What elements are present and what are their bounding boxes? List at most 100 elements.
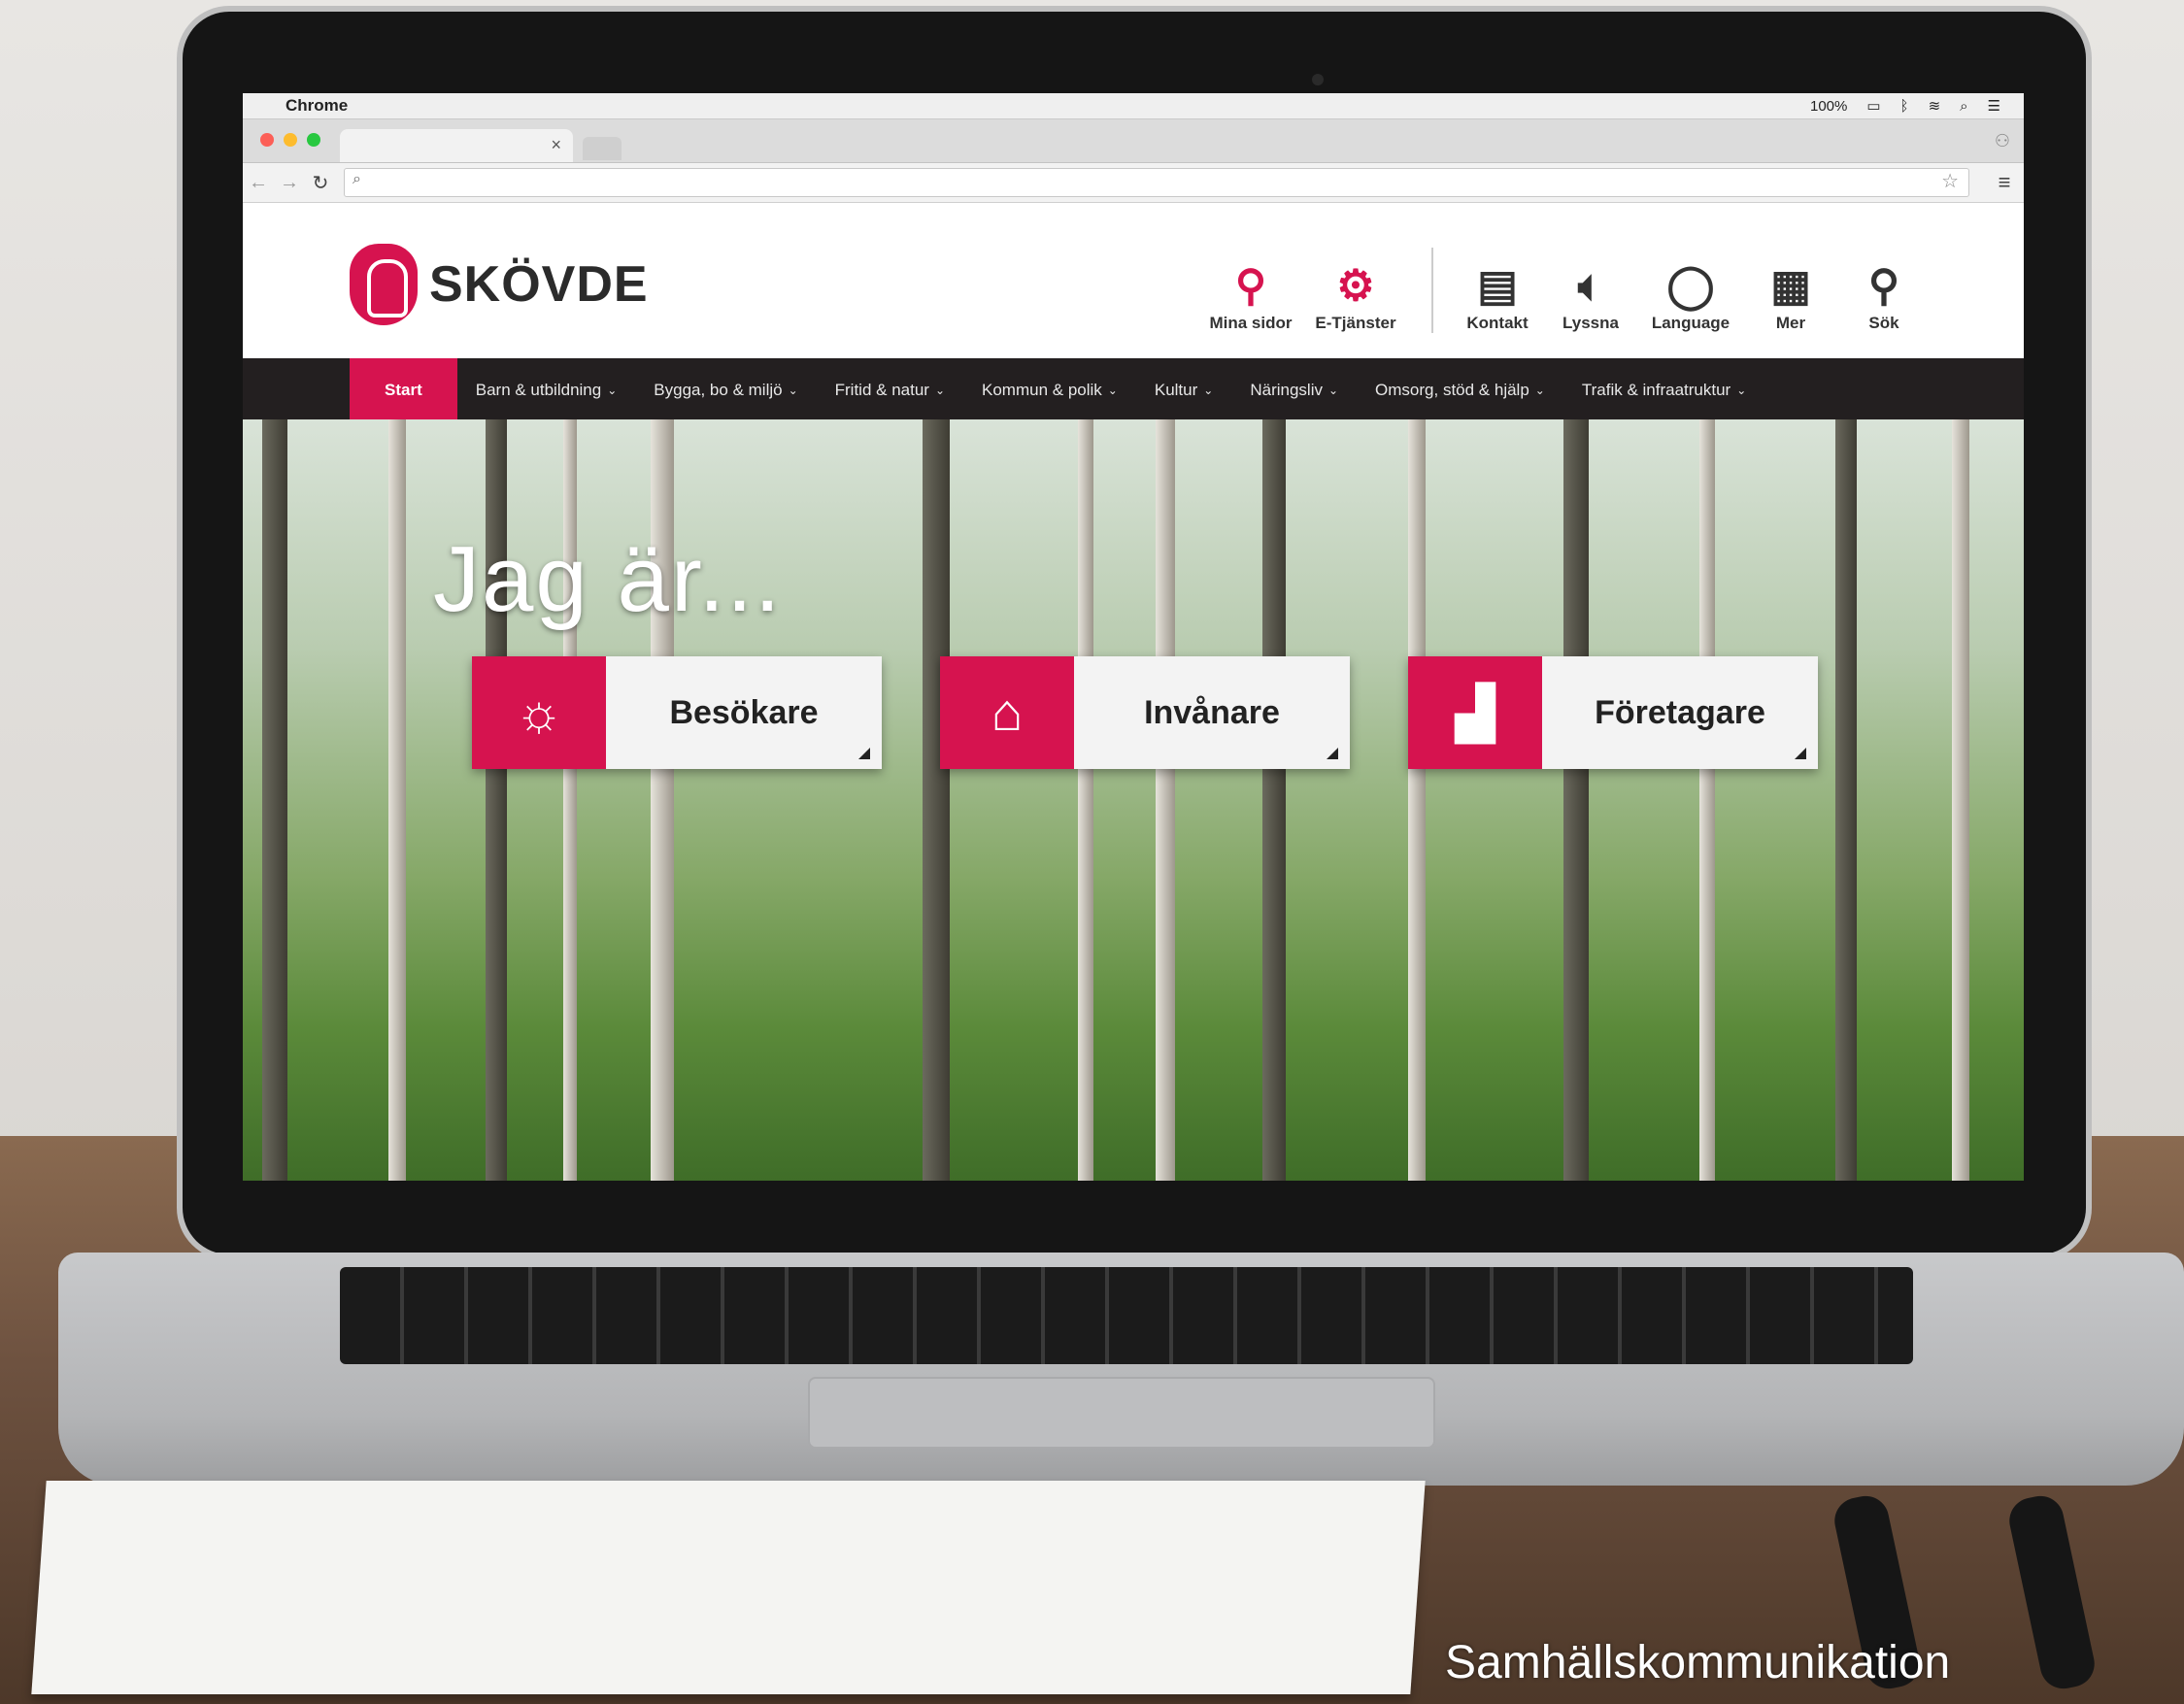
- nav-start[interactable]: Start: [350, 358, 457, 422]
- mac-menubar: Chrome 100% ▭ ᛒ ≋ ⌕ ☰: [243, 93, 2024, 119]
- site-logo[interactable]: SKÖVDE: [350, 244, 649, 325]
- globe-icon: ◯: [1666, 262, 1715, 310]
- battery-percent: 100%: [1809, 97, 1848, 115]
- logo-text: SKÖVDE: [429, 256, 649, 313]
- zoom-window-button[interactable]: [307, 133, 320, 147]
- birch-trunk: [1563, 419, 1589, 1181]
- nav-label: Trafik & infraatruktur: [1581, 381, 1731, 399]
- nav-label: Bygga, bo & miljö: [654, 381, 783, 399]
- header-tools: ⚲ Mina sidor ⚙ E-Tjänster ▤ Kontakt 🔈︎ L…: [1204, 248, 1931, 333]
- birch-trunk: [1952, 419, 1969, 1181]
- birch-trunk: [923, 419, 950, 1181]
- card-label: Besökare: [606, 656, 882, 769]
- chevron-down-icon: ⌄: [934, 384, 946, 397]
- nav-label: Omsorg, stöd & hjälp: [1375, 381, 1529, 399]
- browser-tab-bar: × ⚇: [243, 119, 2024, 163]
- tool-label: Sök: [1868, 314, 1899, 332]
- chevron-down-icon: ⌄: [1534, 384, 1545, 397]
- window-controls: [260, 133, 320, 147]
- app-name[interactable]: Chrome: [286, 96, 348, 116]
- card-besokare[interactable]: ☼ Besökare: [472, 656, 882, 769]
- tool-label: Lyssna: [1562, 314, 1619, 332]
- birch-trunk: [1078, 419, 1093, 1181]
- card-invanare[interactable]: ⌂ Invånare: [940, 656, 1350, 769]
- laptop-screen: Chrome 100% ▭ ᛒ ≋ ⌕ ☰ × ⚇ ← → ↻ ⌕ ☆ ≡ SK…: [243, 93, 2024, 1181]
- keyboard: [340, 1267, 1913, 1364]
- nav-kultur[interactable]: Kultur ⌄: [1136, 358, 1231, 422]
- bluetooth-icon[interactable]: ᛒ: [1900, 98, 1909, 115]
- speaker-icon: 🔈︎: [1577, 262, 1604, 310]
- gear-icon: ⚙: [1336, 262, 1375, 310]
- menubar-status: 100% ▭ ᛒ ≋ ⌕ ☰: [1809, 97, 2000, 116]
- tool-kontakt[interactable]: ▤ Kontakt: [1451, 259, 1544, 333]
- chevron-down-icon: ⌄: [1107, 384, 1118, 397]
- webcam: [1312, 74, 1324, 85]
- nav-bygga-bo-miljo[interactable]: Bygga, bo & miljö ⌄: [635, 358, 816, 422]
- nav-label: Fritid & natur: [834, 381, 929, 399]
- tool-language[interactable]: ◯ Language: [1637, 259, 1744, 333]
- browser-toolbar: ← → ↻ ⌕ ☆ ≡: [243, 163, 2024, 203]
- tool-label: Kontakt: [1466, 314, 1529, 332]
- divider: [1431, 248, 1433, 333]
- back-icon[interactable]: ←: [243, 172, 274, 194]
- battery-icon[interactable]: ▭: [1866, 97, 1880, 115]
- contact-card-icon: ▤: [1477, 262, 1518, 310]
- minimize-window-button[interactable]: [284, 133, 297, 147]
- skovde-shield-icon: [350, 244, 418, 325]
- search-icon: ⚲: [1867, 262, 1900, 310]
- birch-trunk: [1156, 419, 1175, 1181]
- new-tab-button[interactable]: [583, 137, 622, 160]
- tool-lyssna[interactable]: 🔈︎ Lyssna: [1544, 259, 1637, 333]
- nav-label: Start: [385, 381, 422, 399]
- spotlight-search-icon[interactable]: ⌕: [1960, 98, 1967, 115]
- card-label: Företagare: [1542, 656, 1818, 769]
- caption: Samhällskommunikation: [1445, 1637, 1951, 1688]
- chevron-down-icon: ⌄: [788, 384, 798, 397]
- trees-sun-icon: ☼: [472, 656, 606, 769]
- nav-trafik-infrastruktur[interactable]: Trafik & infraatruktur ⌄: [1563, 358, 1764, 422]
- tool-sok[interactable]: ⚲ Sök: [1837, 259, 1931, 333]
- birch-trunk: [262, 419, 287, 1181]
- tool-mina-sidor[interactable]: ⚲ Mina sidor: [1204, 259, 1297, 333]
- tool-label: Mer: [1775, 314, 1806, 332]
- bookmark-star-icon[interactable]: ☆: [1941, 169, 1959, 193]
- town-hall-icon: ⌂: [940, 656, 1074, 769]
- nav-barn-utbildning[interactable]: Barn & utbildning ⌄: [457, 358, 636, 422]
- hero-title: Jag är...: [433, 527, 783, 631]
- birch-trunk: [388, 419, 406, 1181]
- chevron-down-icon: ⌄: [1203, 384, 1214, 397]
- wifi-icon[interactable]: ≋: [1929, 97, 1941, 115]
- browser-tab[interactable]: ×: [340, 129, 573, 162]
- tab-close-icon[interactable]: ×: [551, 135, 561, 155]
- tool-label: Mina sidor: [1209, 314, 1293, 332]
- nav-kommun-polik[interactable]: Kommun & polik ⌄: [963, 358, 1136, 422]
- address-bar[interactable]: ⌕ ☆: [344, 168, 1969, 197]
- tool-label: Language: [1651, 314, 1730, 332]
- nav-fritid-natur[interactable]: Fritid & natur ⌄: [817, 358, 963, 422]
- reload-icon[interactable]: ↻: [305, 171, 336, 195]
- notebook: [31, 1481, 1426, 1694]
- main-navigation: Start Barn & utbildning ⌄ Bygga, bo & mil…: [243, 358, 2024, 422]
- close-window-button[interactable]: [260, 133, 274, 147]
- tool-label: E-Tjänster: [1315, 314, 1396, 332]
- birch-trunk: [1408, 419, 1426, 1181]
- nav-label: Näringsliv: [1250, 381, 1323, 399]
- nav-omsorg-stod-hjalp[interactable]: Omsorg, stöd & hjälp ⌄: [1357, 358, 1563, 422]
- chevron-down-icon: ⌄: [1327, 384, 1339, 397]
- nav-naringsliv[interactable]: Näringsliv ⌄: [1231, 358, 1357, 422]
- forward-icon[interactable]: →: [274, 172, 305, 194]
- tool-mer[interactable]: ▦ Mer: [1744, 259, 1837, 333]
- chevron-down-icon: ⌄: [1736, 384, 1747, 397]
- birch-trunk: [1699, 419, 1715, 1181]
- chevron-down-icon: ⌄: [607, 384, 618, 397]
- nav-label: Kultur: [1154, 381, 1198, 399]
- card-foretagare[interactable]: ▟ Företagare: [1408, 656, 1818, 769]
- nav-label: Kommun & polik: [982, 381, 1102, 399]
- tool-e-tjanster[interactable]: ⚙ E-Tjänster: [1297, 259, 1414, 333]
- card-label: Invånare: [1074, 656, 1350, 769]
- notification-list-icon[interactable]: ☰: [1988, 97, 2000, 115]
- search-icon: ⌕: [353, 171, 361, 187]
- browser-menu-icon[interactable]: ≡: [1985, 170, 2024, 195]
- profile-icon[interactable]: ⚇: [1995, 131, 2010, 151]
- nav-label: Barn & utbildning: [475, 381, 602, 399]
